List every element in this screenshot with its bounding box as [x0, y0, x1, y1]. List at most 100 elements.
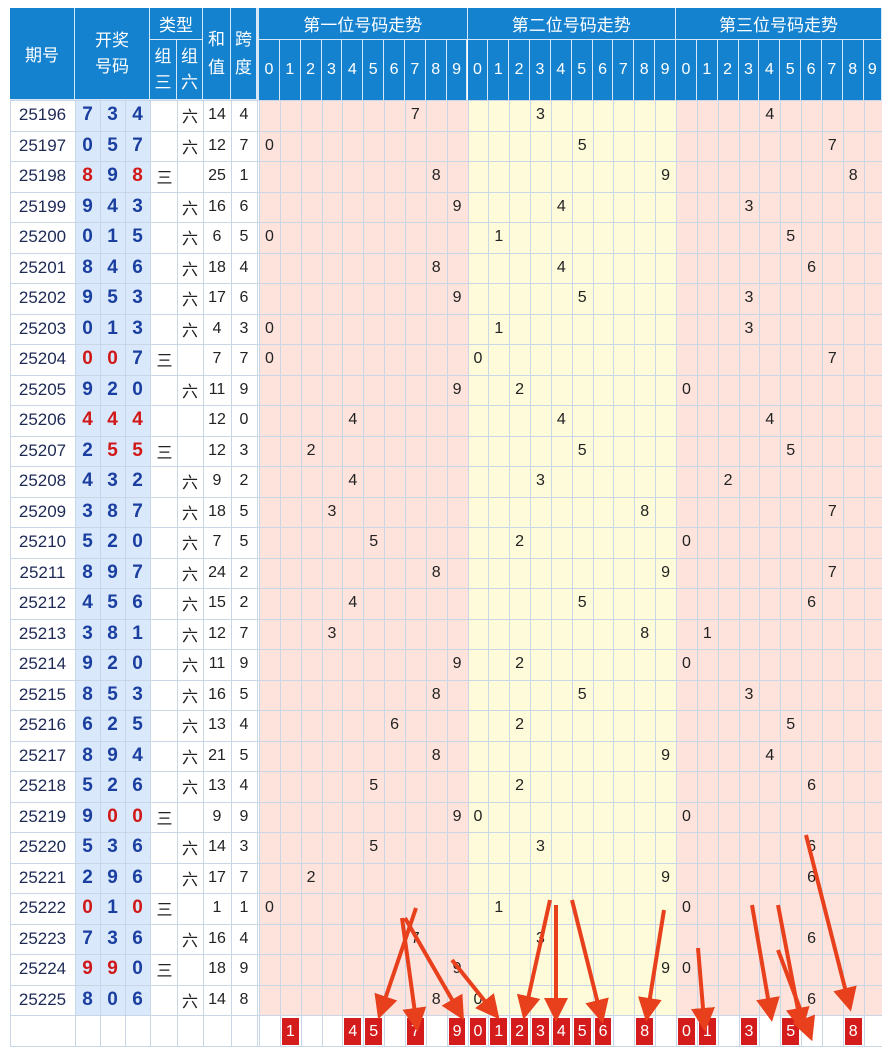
sum-cell: 18: [208, 960, 226, 978]
header-pos1-digit-3: 3: [321, 40, 343, 100]
trend-hit-pos3: 2: [723, 472, 733, 490]
group6-mark: 六: [181, 841, 198, 859]
group3-mark: 三: [156, 444, 173, 462]
column-line: [550, 100, 552, 1047]
draw-digit-cell: 9: [82, 287, 93, 309]
header-pos3-digit-7: 7: [821, 40, 843, 100]
column-line: [613, 100, 615, 1047]
header-sum-line1: 和: [208, 29, 225, 49]
span-cell: 5: [239, 533, 249, 551]
selected-digit-badge-pos1[interactable]: 1: [281, 1018, 299, 1045]
draw-digit-cell: 9: [107, 866, 118, 888]
group6-mark: 六: [181, 597, 198, 615]
header-group3: 组三: [150, 40, 177, 100]
sum-cell: 14: [208, 838, 226, 856]
draw-digit-cell: 0: [82, 317, 93, 339]
sum-cell: 11: [208, 380, 226, 398]
group6-mark: 六: [181, 261, 198, 279]
selected-digit-badge-pos3[interactable]: 3: [740, 1018, 758, 1045]
draw-digit-cell: 9: [107, 561, 118, 583]
draw-digit-cell: 8: [107, 500, 118, 522]
issue-cell: 25213: [18, 623, 67, 643]
group6-mark: 六: [181, 932, 198, 950]
header-draw-number: 开奖 号码: [75, 8, 150, 100]
issue-cell: 25220: [18, 837, 67, 857]
selected-digit-badge-pos3[interactable]: 8: [844, 1018, 862, 1045]
trend-hit-pos3: 5: [786, 716, 796, 734]
issue-cell: 25214: [18, 654, 67, 674]
selected-digit-badge-pos3[interactable]: 5: [782, 1018, 800, 1045]
trend-hit-pos1: 7: [410, 929, 420, 947]
header-issue: 期号: [10, 8, 75, 100]
trend-hit-pos1: 5: [369, 533, 379, 551]
issue-cell: 25204: [18, 349, 67, 369]
header-span: 跨度: [231, 8, 257, 100]
trend-hit-pos3: 7: [827, 502, 837, 520]
draw-digit-cell: 8: [82, 988, 93, 1010]
header-pos1-digit-0: 0: [259, 40, 280, 100]
group3-mark: 三: [156, 170, 173, 188]
trend-hit-pos1: 8: [431, 258, 441, 276]
header-pos3-digit-9: 9: [863, 40, 882, 100]
column-line: [509, 100, 511, 1047]
trend-hit-pos2: 1: [494, 228, 504, 246]
selected-digit-badge-pos1[interactable]: 5: [365, 1018, 383, 1045]
trend-hit-pos3: 6: [807, 594, 816, 612]
draw-digit-cell: 5: [82, 836, 93, 858]
header-pos2-digit-4: 4: [550, 40, 572, 100]
group6-mark: 六: [181, 536, 198, 554]
trend-hit-pos1: 4: [348, 472, 358, 490]
group6-mark: 六: [181, 871, 198, 889]
selected-digit-badge-pos1[interactable]: 7: [406, 1018, 424, 1045]
span-cell: 9: [239, 655, 249, 673]
draw-digit-cell: 8: [82, 561, 93, 583]
issue-cell: 25224: [18, 959, 67, 979]
trend-hit-pos3: 0: [681, 533, 691, 551]
group3-mark: 三: [156, 353, 173, 371]
selected-digit-badge-pos2[interactable]: 8: [636, 1018, 654, 1045]
draw-digit-cell: 7: [132, 134, 143, 156]
draw-digit-cell: 1: [132, 622, 143, 644]
issue-cell: 25203: [18, 318, 67, 338]
draw-digit-cell: 6: [132, 866, 143, 888]
header-pos3-digit-2: 2: [717, 40, 739, 100]
selected-digit-badge-pos2[interactable]: 4: [552, 1018, 570, 1045]
sum-cell: 18: [208, 258, 226, 276]
selected-digit-badge-pos2[interactable]: 0: [469, 1018, 487, 1045]
trend-hit-pos3: 0: [681, 807, 691, 825]
selected-digit-badge-pos3[interactable]: 0: [678, 1018, 695, 1045]
draw-digit-cell: 2: [82, 866, 93, 888]
issue-cell: 25215: [18, 684, 67, 704]
issue-cell: 25222: [18, 898, 67, 918]
trend-hit-pos3: 0: [681, 899, 691, 917]
draw-digit-cell: 0: [82, 897, 93, 919]
span-cell: 4: [239, 258, 249, 276]
trend-hit-pos2: 0: [473, 807, 483, 825]
selected-digit-badge-pos2[interactable]: 6: [594, 1018, 612, 1045]
trend-hit-pos3: 6: [807, 838, 816, 856]
issue-cell: 25218: [18, 776, 67, 796]
column-line: [467, 100, 469, 1047]
selected-digit-badge-pos3[interactable]: 1: [698, 1018, 716, 1045]
selected-digit-badge-pos2[interactable]: 1: [490, 1018, 508, 1045]
draw-digit-cell: 4: [82, 409, 93, 431]
draw-digit-cell: 3: [82, 622, 93, 644]
draw-digit-cell: 6: [132, 256, 143, 278]
draw-digit-cell: 5: [107, 134, 118, 156]
group6-mark: 六: [181, 719, 198, 737]
group6-mark: 六: [181, 749, 198, 767]
selected-digit-badge-pos1[interactable]: 9: [448, 1018, 466, 1045]
header-pos2-digit-2: 2: [509, 40, 531, 100]
draw-digit-cell: 7: [82, 104, 93, 126]
selected-digit-badge-pos1[interactable]: 4: [344, 1018, 362, 1045]
trend-hit-pos1: 8: [431, 746, 441, 764]
span-cell: 4: [239, 777, 249, 795]
selected-digit-badge-pos2[interactable]: 2: [511, 1018, 529, 1045]
draw-digit-cell: 9: [107, 744, 118, 766]
draw-digit-cell: 2: [107, 775, 118, 797]
column-line: [446, 100, 448, 1047]
selected-digit-badge-pos2[interactable]: 5: [573, 1018, 591, 1045]
sum-cell: 16: [208, 685, 226, 703]
header-span-line2: 度: [235, 57, 252, 77]
selected-digit-badge-pos2[interactable]: 3: [532, 1018, 549, 1045]
